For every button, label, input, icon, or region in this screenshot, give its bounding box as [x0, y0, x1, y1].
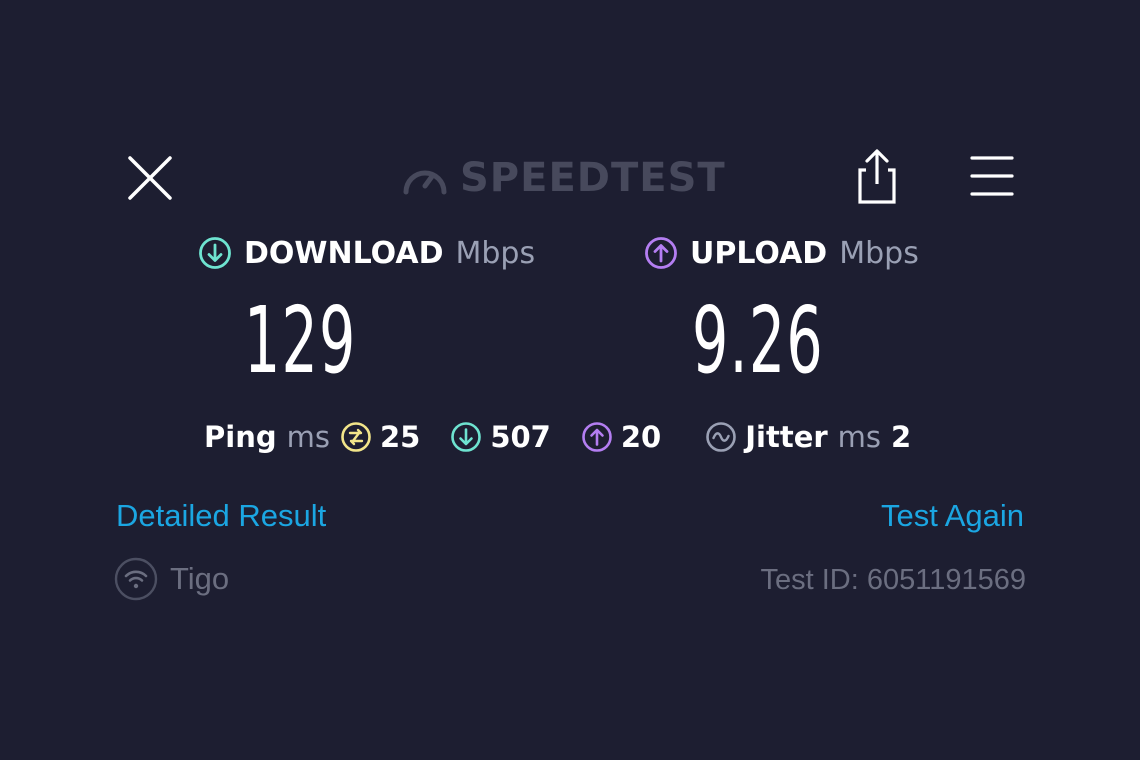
- download-ping-value: 507: [490, 420, 551, 454]
- idle-ping-icon: [341, 422, 371, 452]
- close-icon: [128, 156, 172, 200]
- upload-ping-value: 20: [620, 420, 662, 454]
- download-ping-icon: [451, 422, 482, 452]
- download-arrow-icon: [199, 237, 231, 269]
- jitter-label: Jitter: [745, 420, 828, 454]
- upload-unit: Mbps: [839, 235, 919, 271]
- download-unit: Mbps: [455, 235, 536, 271]
- upload-speed-value: 9.26: [692, 287, 824, 394]
- ping-row: Ping ms 25 507 20 Jitter ms 2: [204, 414, 911, 460]
- ping-label: Ping: [204, 420, 277, 454]
- test-again-link[interactable]: Test Again: [881, 494, 1024, 538]
- upload-label: UPLOAD: [690, 235, 828, 271]
- speedometer-icon: [403, 170, 447, 195]
- speedtest-result-screen: SPEEDTEST DOWNLOAD Mbps UPLOAD Mbps 129 …: [0, 0, 1140, 760]
- jitter-unit: ms: [837, 420, 882, 454]
- close-button[interactable]: [124, 152, 176, 204]
- jitter-value: 2: [891, 420, 912, 454]
- share-button[interactable]: [852, 146, 902, 206]
- provider-name: Tigo: [170, 561, 230, 596]
- download-label: DOWNLOAD: [244, 235, 444, 271]
- hamburger-menu-icon: [970, 156, 1014, 196]
- test-id: Test ID: 6051191569: [760, 564, 1027, 596]
- download-header: DOWNLOAD Mbps: [198, 230, 535, 276]
- download-speed-value: 129: [244, 287, 357, 394]
- upload-ping-icon: [582, 422, 612, 452]
- ping-unit: ms: [286, 420, 330, 454]
- detailed-result-link[interactable]: Detailed Result: [116, 494, 326, 538]
- upload-arrow-icon: [645, 237, 677, 269]
- speedtest-logo: SPEEDTEST: [400, 152, 726, 204]
- idle-ping-value: 25: [379, 420, 421, 454]
- share-icon: [858, 149, 896, 204]
- wifi-icon: [114, 557, 158, 601]
- logo-text: SPEEDTEST: [460, 155, 726, 201]
- upload-header: UPLOAD Mbps: [644, 230, 919, 276]
- provider-info: Tigo: [114, 556, 229, 602]
- menu-button[interactable]: [966, 150, 1018, 202]
- jitter-icon: [706, 422, 737, 452]
